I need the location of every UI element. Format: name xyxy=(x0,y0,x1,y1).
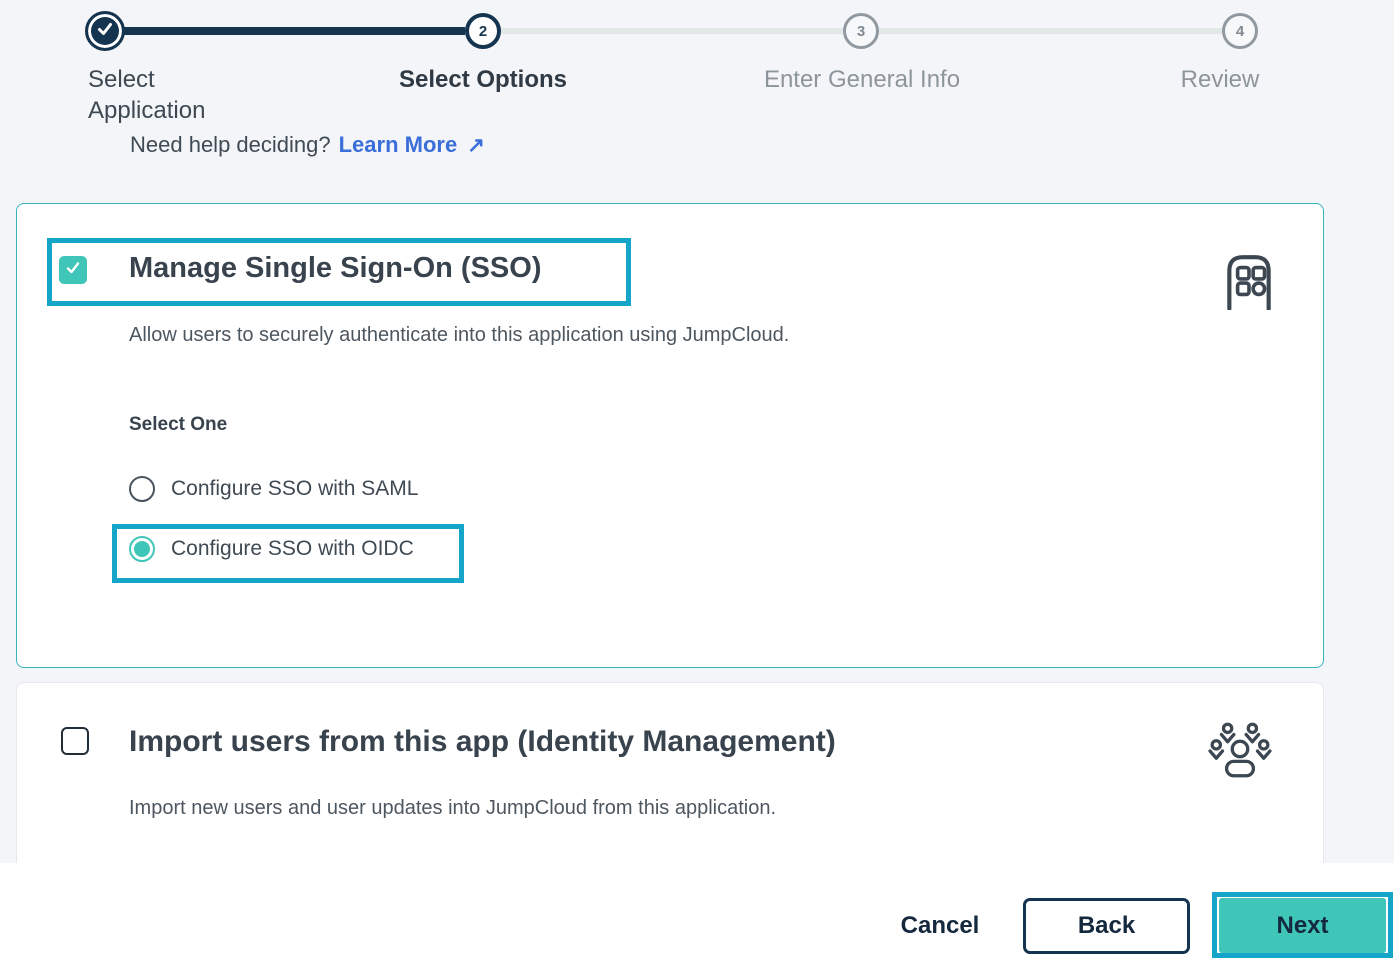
radio-label-oidc: Configure SSO with OIDC xyxy=(171,537,414,561)
stepper-connector-todo xyxy=(501,28,843,34)
app-wizard-page: 2 3 4 Select Application Select Options … xyxy=(0,0,1394,960)
radio-button-unselected[interactable] xyxy=(129,476,155,502)
check-icon xyxy=(94,18,116,45)
radio-label-saml: Configure SSO with SAML xyxy=(171,477,418,501)
step-4-number: 4 xyxy=(1236,23,1244,40)
select-one-label: Select One xyxy=(129,414,227,436)
import-card-description: Import new users and user updates into J… xyxy=(129,797,776,820)
sso-card-title: Manage Single Sign-On (SSO) xyxy=(129,252,541,285)
step-4-circle: 4 xyxy=(1222,13,1258,49)
external-link-icon: ↗ xyxy=(467,133,485,158)
stepper-connector-todo xyxy=(879,28,1222,34)
step-1-label: Select Application xyxy=(88,64,248,126)
import-users-card: Import users from this app (Identity Man… xyxy=(16,682,1324,863)
sso-apps-icon xyxy=(1222,250,1276,315)
step-1-circle-completed[interactable] xyxy=(85,11,125,51)
stepper-connector-done xyxy=(105,27,465,35)
radio-button-selected[interactable] xyxy=(129,536,155,562)
check-icon xyxy=(64,259,82,282)
wizard-footer: Cancel Back Next xyxy=(0,863,1394,960)
radio-option-oidc[interactable]: Configure SSO with OIDC xyxy=(129,536,414,562)
import-users-checkbox[interactable] xyxy=(61,727,89,755)
sso-option-card: Manage Single Sign-On (SSO) Allow users … xyxy=(16,203,1324,668)
cancel-button[interactable]: Cancel xyxy=(885,908,995,944)
sso-card-description: Allow users to securely authenticate int… xyxy=(129,324,789,347)
wizard-content-area: 2 3 4 Select Application Select Options … xyxy=(0,0,1394,863)
step-3-label: Enter General Info xyxy=(732,64,992,95)
next-button[interactable]: Next xyxy=(1219,898,1386,953)
step-3-circle: 3 xyxy=(843,13,879,49)
learn-more-link[interactable]: Learn More xyxy=(339,132,458,158)
step-4-label: Review xyxy=(1120,64,1320,95)
step-2-number: 2 xyxy=(479,23,487,40)
step-2-circle-active: 2 xyxy=(465,13,501,49)
import-card-title: Import users from this app (Identity Man… xyxy=(129,725,836,759)
radio-dot xyxy=(134,541,150,557)
sso-checkbox[interactable] xyxy=(59,256,87,284)
step-2-label: Select Options xyxy=(373,64,593,95)
user-group-icon xyxy=(1207,719,1273,786)
step-3-number: 3 xyxy=(857,23,865,40)
back-button[interactable]: Back xyxy=(1023,898,1190,954)
help-text: Need help deciding? xyxy=(130,132,331,158)
radio-option-saml[interactable]: Configure SSO with SAML xyxy=(129,476,418,502)
help-line: Need help deciding? Learn More ↗ xyxy=(130,132,485,158)
